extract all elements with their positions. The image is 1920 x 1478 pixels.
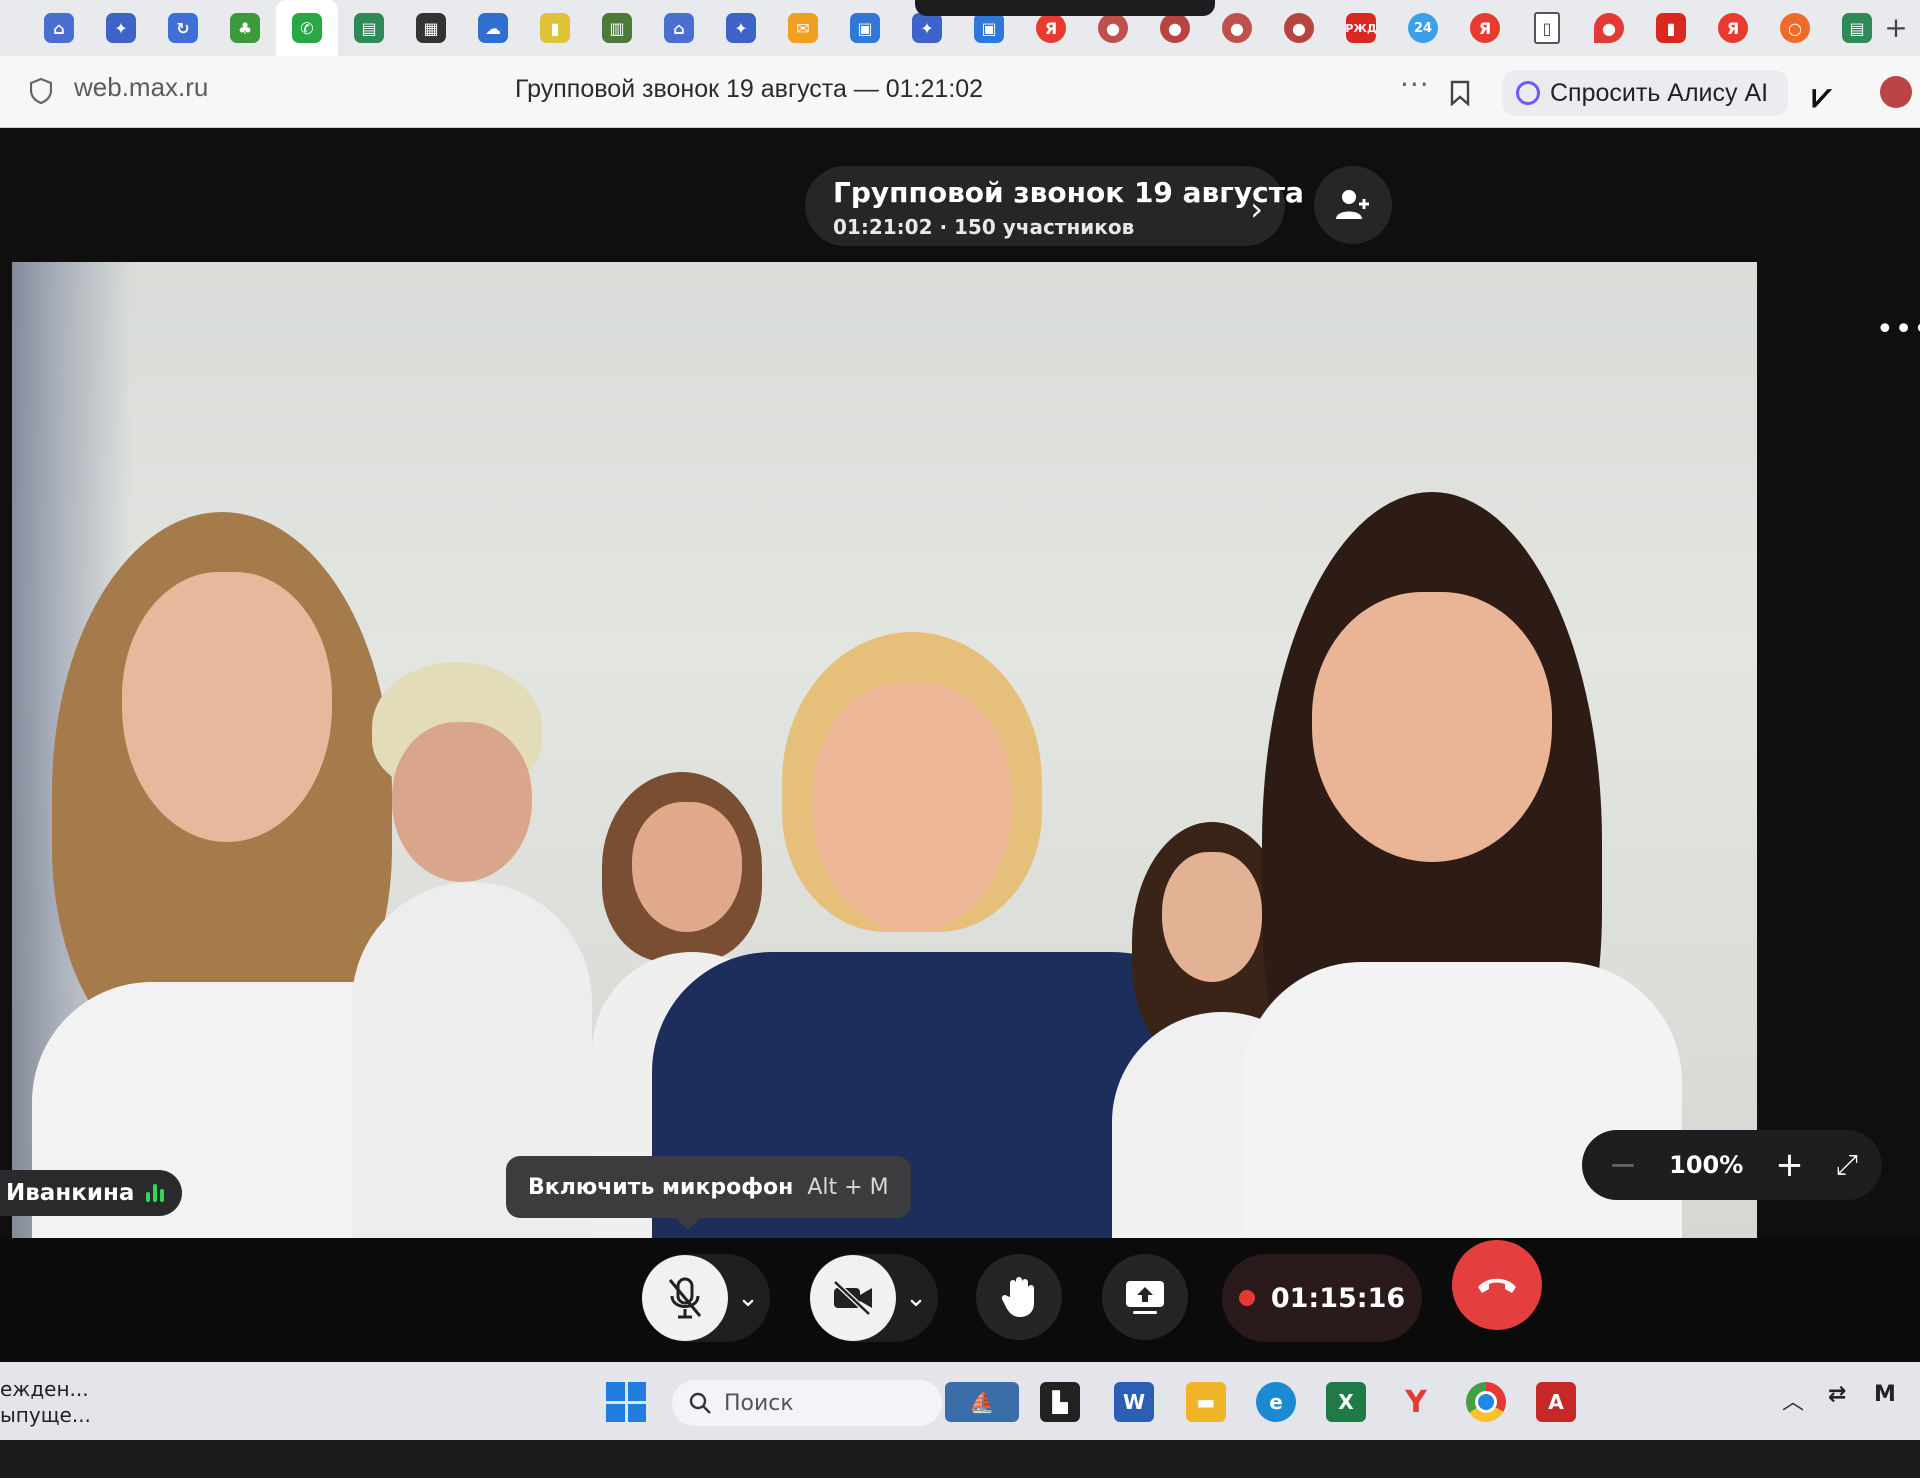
phone-icon[interactable]: ✆ bbox=[276, 0, 338, 56]
zoom-out-button[interactable]: − bbox=[1606, 1145, 1640, 1185]
hand-icon bbox=[1001, 1277, 1034, 1317]
mic-toggle-button[interactable] bbox=[642, 1255, 728, 1341]
mic-tooltip: Включить микрофон Alt + M bbox=[506, 1156, 911, 1230]
hang-up-icon bbox=[1478, 1278, 1516, 1293]
page-title: Групповой звонок 19 августа — 01:21:02 bbox=[515, 75, 984, 103]
recording-timer[interactable]: 01:15:16 bbox=[1222, 1254, 1422, 1342]
speaker-name-tag: Иванкина bbox=[0, 1170, 183, 1216]
refresh-icon[interactable]: ↻ bbox=[152, 0, 214, 56]
sheet-icon[interactable]: ▤ bbox=[338, 0, 400, 56]
address-bar: web.max.ru Групповой звонок 19 августа —… bbox=[0, 56, 1920, 128]
rzd-icon[interactable]: РЖД bbox=[1330, 0, 1392, 56]
chevron-right-icon: › bbox=[1250, 190, 1263, 228]
screen-share-icon bbox=[1126, 1281, 1164, 1314]
nav-icon[interactable]: ✦ bbox=[710, 0, 772, 56]
doc-icon[interactable]: ▮ bbox=[524, 0, 586, 56]
excel-icon[interactable]: X bbox=[1326, 1382, 1366, 1422]
yandex-icon[interactable]: Я bbox=[1454, 0, 1516, 56]
avatar[interactable] bbox=[1880, 76, 1912, 108]
yandex-icon[interactable]: Я bbox=[1702, 0, 1764, 56]
chevron-down-icon[interactable]: ⌄ bbox=[896, 1283, 936, 1313]
cloud-icon[interactable]: ☁ bbox=[462, 0, 524, 56]
tooltip-shortcut: Alt + M bbox=[807, 1174, 889, 1200]
alice-icon bbox=[1516, 81, 1540, 105]
bookmark-icon[interactable] bbox=[1450, 80, 1470, 106]
tray-app-icon[interactable]: M bbox=[1874, 1382, 1896, 1407]
chrome-icon[interactable] bbox=[1466, 1382, 1506, 1422]
edge-icon[interactable]: e bbox=[1256, 1382, 1296, 1422]
speaker-name: Иванкина bbox=[6, 1180, 135, 1206]
camera-toggle-button[interactable] bbox=[810, 1255, 896, 1341]
avatar-icon[interactable]: ● bbox=[1268, 0, 1330, 56]
ask-alice-label: Спросить Алису AI bbox=[1550, 78, 1769, 107]
mic-control-group: ⌄ bbox=[642, 1254, 770, 1342]
boat-app-icon[interactable]: ⛵ bbox=[945, 1382, 1019, 1422]
network-icon[interactable]: ⇄ bbox=[1828, 1382, 1846, 1407]
fullscreen-icon[interactable]: ⤢ bbox=[1836, 1148, 1858, 1182]
location-icon[interactable]: ● bbox=[1578, 0, 1640, 56]
avatar-icon[interactable]: ● bbox=[1206, 0, 1268, 56]
ticket-icon[interactable]: ▮ bbox=[1640, 0, 1702, 56]
raise-hand-button[interactable] bbox=[976, 1254, 1062, 1340]
windows-start-icon[interactable] bbox=[606, 1382, 646, 1422]
ask-alice-button[interactable]: Спросить Алису AI bbox=[1502, 70, 1789, 116]
qr-icon[interactable]: ▦ bbox=[400, 0, 462, 56]
taskbar-search[interactable]: Поиск bbox=[672, 1380, 942, 1426]
nav-icon[interactable]: ✦ bbox=[90, 0, 152, 56]
site-icon[interactable]: ⌂ bbox=[648, 0, 710, 56]
add-participant-button[interactable] bbox=[1314, 166, 1392, 244]
record-dot-icon bbox=[1238, 1290, 1255, 1306]
badge-24-icon[interactable]: 24 bbox=[1392, 0, 1454, 56]
end-call-button[interactable] bbox=[1452, 1240, 1542, 1330]
recording-time: 01:15:16 bbox=[1270, 1282, 1406, 1314]
camera-off-icon bbox=[833, 1280, 872, 1316]
zoom-control: − 100% + ⤢ bbox=[1582, 1130, 1882, 1200]
more-icon[interactable]: ··· bbox=[1400, 68, 1430, 101]
add-user-icon bbox=[1336, 190, 1369, 219]
share-screen-button[interactable] bbox=[1102, 1254, 1188, 1340]
notification-snippet[interactable]: ежден... ыпуще... bbox=[0, 1376, 91, 1428]
folder-icon[interactable]: ▬ bbox=[1186, 1382, 1226, 1422]
chevron-up-icon[interactable]: ︿ bbox=[1782, 1384, 1804, 1416]
extension-icon[interactable]: ⩗ bbox=[1812, 76, 1831, 116]
chevron-down-icon[interactable]: ⌄ bbox=[728, 1283, 768, 1313]
yandex-browser-icon[interactable]: Y bbox=[1396, 1382, 1436, 1422]
site-icon[interactable]: ⌂ bbox=[28, 0, 90, 56]
call-duration-participants: 01:21:02 · 150 участников bbox=[833, 215, 1135, 239]
audio-level-icon bbox=[146, 1184, 165, 1202]
sheet-icon[interactable]: ▤ bbox=[1826, 0, 1888, 56]
pdf-app-icon[interactable]: A bbox=[1536, 1382, 1576, 1422]
task-view-icon[interactable]: ▙ bbox=[1040, 1382, 1080, 1422]
plant-icon[interactable]: ♣ bbox=[214, 0, 276, 56]
folder-icon[interactable]: ▣ bbox=[834, 0, 896, 56]
page-icon[interactable]: ▯ bbox=[1516, 0, 1578, 56]
new-tab-button[interactable]: + bbox=[1880, 12, 1912, 44]
camera-control-group: ⌄ bbox=[810, 1254, 938, 1342]
video-feed bbox=[12, 262, 1757, 1238]
zoom-level: 100% bbox=[1669, 1151, 1744, 1179]
circle-icon[interactable]: ○ bbox=[1764, 0, 1826, 56]
tooltip-label: Включить микрофон bbox=[528, 1174, 794, 1200]
zoom-in-button[interactable]: + bbox=[1772, 1145, 1806, 1185]
call-info-pill[interactable]: Групповой звонок 19 августа 01:21:02 · 1… bbox=[805, 166, 1304, 246]
shield-icon[interactable] bbox=[30, 78, 52, 104]
mail-icon[interactable]: ✉ bbox=[772, 0, 834, 56]
more-options-icon[interactable]: ••• bbox=[1876, 312, 1920, 347]
chart-icon[interactable]: ▥ bbox=[586, 0, 648, 56]
screen-bezel bbox=[0, 1440, 1920, 1478]
search-icon bbox=[689, 1392, 711, 1414]
camera-notch bbox=[915, 0, 1215, 16]
url-text[interactable]: web.max.ru bbox=[74, 72, 208, 103]
call-controls-bar bbox=[0, 1238, 1920, 1368]
mic-off-icon bbox=[668, 1277, 702, 1319]
call-title: Групповой звонок 19 августа bbox=[833, 176, 1304, 209]
search-placeholder: Поиск bbox=[724, 1390, 794, 1416]
word-icon[interactable]: W bbox=[1114, 1382, 1154, 1422]
